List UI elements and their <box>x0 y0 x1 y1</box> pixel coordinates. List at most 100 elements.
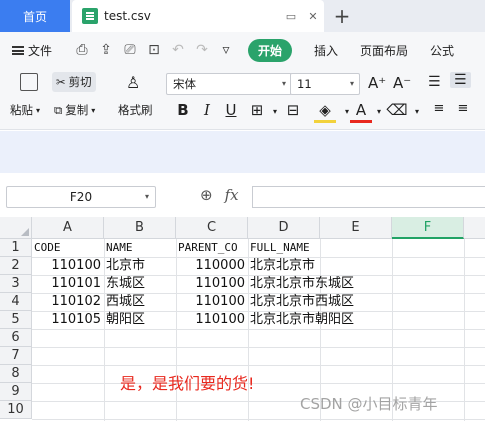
align-left-icon[interactable]: ≡ <box>428 101 450 116</box>
name-box[interactable]: F20 ▾ <box>6 186 156 208</box>
tab-formula[interactable]: 公式 <box>430 42 454 59</box>
eraser-dropdown-icon[interactable]: ▾ <box>406 107 428 116</box>
cell-a3[interactable]: 110101 <box>32 275 104 293</box>
italic-button[interactable]: I <box>196 101 218 119</box>
cell-c5[interactable]: 110100 <box>176 311 248 329</box>
zoom-search-icon[interactable]: ⊕ <box>200 186 213 204</box>
font-size-select[interactable]: 11 ▾ <box>290 73 360 95</box>
column-header-e[interactable]: E <box>320 217 392 239</box>
chevron-down-icon: ▾ <box>144 192 149 201</box>
scissors-icon: ✂ <box>56 75 66 89</box>
print-icon[interactable]: ⎚ <box>118 38 142 62</box>
tab-home[interactable]: 首页 <box>0 0 70 32</box>
brush-icon[interactable]: ♙ <box>126 73 140 92</box>
export-icon[interactable]: ⇪ <box>94 38 118 62</box>
shrink-font-button[interactable]: A⁻ <box>393 74 411 92</box>
tab-insert[interactable]: 插入 <box>314 42 338 59</box>
fill-color-icon[interactable]: ◈ <box>314 101 336 123</box>
save-icon[interactable]: ⎙ <box>70 38 94 62</box>
tab-file[interactable]: test.csv ▭ ✕ <box>72 0 324 32</box>
new-tab-plus-icon[interactable]: + <box>330 4 354 28</box>
cell-d1[interactable]: FULL_NAME <box>248 239 392 257</box>
print-preview-icon[interactable]: ⊡ <box>142 38 166 62</box>
cell-a5[interactable]: 110105 <box>32 311 104 329</box>
align-center-icon[interactable]: ≡ <box>452 101 474 116</box>
watermark: CSDN @小目标青年 <box>300 395 438 413</box>
tab-home-label: 首页 <box>22 9 47 24</box>
grid-divider <box>32 347 485 348</box>
cell-c2[interactable]: 110000 <box>176 257 248 275</box>
cut-button[interactable]: ✂ 剪切 <box>52 72 96 92</box>
grow-font-label: A⁺ <box>368 74 387 92</box>
underline-button[interactable]: U <box>220 101 242 119</box>
cell-c1[interactable]: PARENT_CO <box>176 239 248 257</box>
restore-window-icon[interactable]: ▭ <box>280 10 302 23</box>
tab-page-layout[interactable]: 页面布局 <box>360 42 408 59</box>
copy-button[interactable]: ⧉ 复制 ▾ <box>54 102 95 118</box>
chevron-down-icon: ▾ <box>349 79 354 88</box>
column-header-f[interactable]: F <box>392 217 464 239</box>
chevron-down-icon: ▾ <box>281 79 286 88</box>
cell-b5[interactable]: 朝阳区 <box>104 311 176 329</box>
copy-dropdown-icon: ▾ <box>91 105 96 115</box>
grid-divider <box>32 329 485 330</box>
cell-d5[interactable]: 北京北京市朝阳区 <box>248 311 392 329</box>
column-header-b[interactable]: B <box>104 217 176 239</box>
row-header[interactable]: 7 <box>0 347 32 365</box>
row-header[interactable]: 6 <box>0 329 32 347</box>
eraser-icon[interactable]: ⌫ <box>386 101 408 119</box>
cell-d3[interactable]: 北京北京市东城区 <box>248 275 392 293</box>
align-top-icon[interactable]: ☰ <box>428 74 441 90</box>
formula-input[interactable] <box>252 186 485 208</box>
paste-icon[interactable] <box>20 73 38 91</box>
menu-bar: 文件 ⎙ ⇪ ⎚ ⊡ ↶ ↷ ▿ 开始 插入 页面布局 公式 <box>0 32 485 68</box>
row-header[interactable]: 4 <box>0 293 32 311</box>
column-header-g[interactable] <box>464 217 485 239</box>
hamburger-icon <box>12 45 24 55</box>
cell-b3[interactable]: 东城区 <box>104 275 176 293</box>
grow-font-button[interactable]: A⁺ <box>368 74 386 92</box>
row-header[interactable]: 1 <box>0 239 32 257</box>
more-chevron-icon[interactable]: ▿ <box>214 38 238 62</box>
cell-d4[interactable]: 北京北京市西城区 <box>248 293 392 311</box>
format-painter-label: 格式刷 <box>118 103 153 117</box>
paste-button[interactable]: 粘贴 ▾ <box>10 102 40 118</box>
column-header-c[interactable]: C <box>176 217 248 239</box>
file-menu-label: 文件 <box>28 43 53 58</box>
row-header[interactable]: 5 <box>0 311 32 329</box>
cell-d2[interactable]: 北京北京市 <box>248 257 392 275</box>
undo-icon[interactable]: ↶ <box>166 38 190 62</box>
row-header[interactable]: 3 <box>0 275 32 293</box>
file-menu-button[interactable]: 文件 <box>0 42 70 59</box>
cell-b4[interactable]: 西城区 <box>104 293 176 311</box>
paste-label: 粘贴 <box>10 103 33 117</box>
fx-icon[interactable]: fx <box>225 186 239 204</box>
tab-start[interactable]: 开始 <box>248 38 293 62</box>
bold-button[interactable]: B <box>172 101 194 119</box>
align-middle-icon[interactable]: ☰ <box>450 72 471 88</box>
row-header[interactable]: 8 <box>0 365 32 383</box>
row-header[interactable]: 9 <box>0 383 32 401</box>
font-name-select[interactable]: 宋体 ▾ <box>166 73 292 95</box>
cell-b2[interactable]: 北京市 <box>104 257 176 275</box>
formula-tools: ⊕ fx <box>200 186 239 204</box>
close-tab-icon[interactable]: ✕ <box>302 10 324 23</box>
row-header[interactable]: 2 <box>0 257 32 275</box>
grid-divider <box>32 383 485 384</box>
cell-c4[interactable]: 110100 <box>176 293 248 311</box>
format-painter-button[interactable]: 格式刷 <box>118 102 153 118</box>
cell-b1[interactable]: NAME <box>104 239 176 257</box>
redo-icon[interactable]: ↷ <box>190 38 214 62</box>
column-header-d[interactable]: D <box>248 217 320 239</box>
column-header-a[interactable]: A <box>32 217 104 239</box>
cell-a4[interactable]: 110102 <box>32 293 104 311</box>
row-header[interactable]: 10 <box>0 401 32 419</box>
tab-file-label: test.csv <box>104 9 151 23</box>
cell-a2[interactable]: 110100 <box>32 257 104 275</box>
clear-format-icon[interactable]: ⊟ <box>282 101 304 119</box>
cell-c3[interactable]: 110100 <box>176 275 248 293</box>
tab-bar: 首页 test.csv ▭ ✕ + <box>0 0 485 32</box>
cell-a1[interactable]: CODE <box>32 239 104 257</box>
select-all-corner[interactable] <box>0 217 32 239</box>
ribbon-extension-band <box>0 131 485 173</box>
